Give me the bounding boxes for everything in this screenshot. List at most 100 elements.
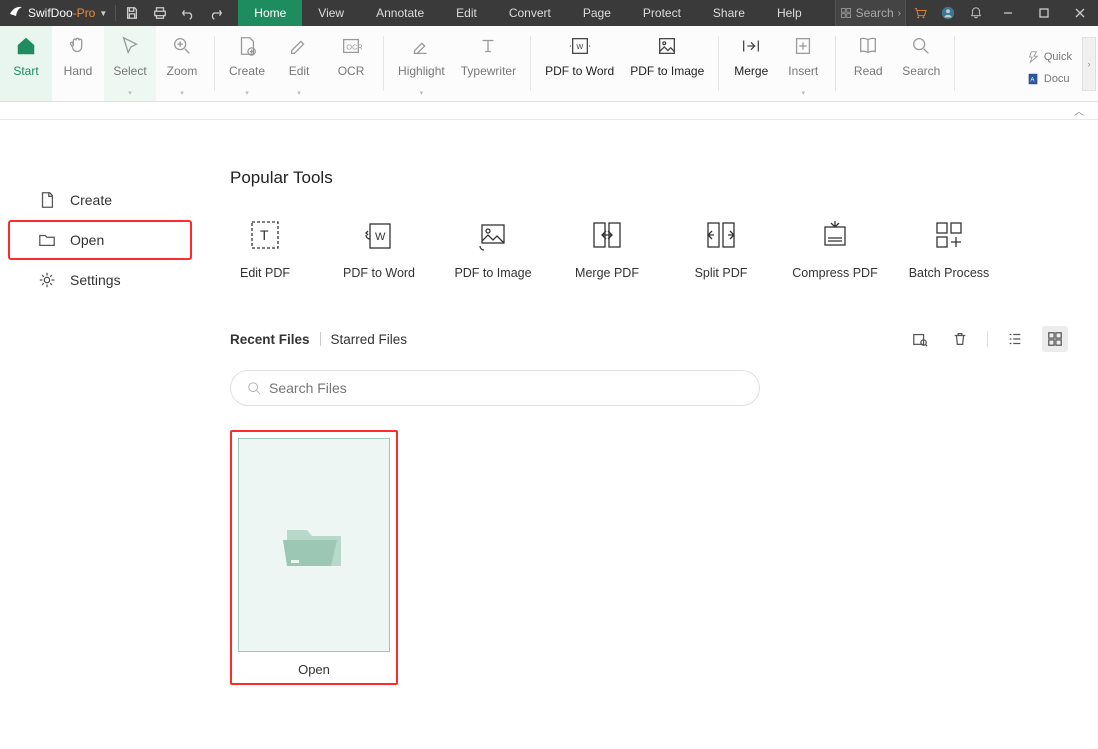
ocr-icon: OCR	[340, 32, 362, 60]
hand-icon	[67, 32, 89, 60]
menu-tab-convert[interactable]: Convert	[493, 0, 567, 26]
titlebar-search[interactable]: Search ›	[835, 0, 906, 26]
svg-text:OCR: OCR	[346, 43, 362, 52]
open-card-highlight: Open	[230, 430, 398, 685]
browse-icon[interactable]	[907, 326, 933, 352]
collapse-ribbon-icon[interactable]: ︿	[1074, 103, 1084, 118]
tool-edit-pdf[interactable]: T Edit PDF	[230, 218, 300, 280]
tool-pdf-to-image[interactable]: PDF to Image	[458, 218, 528, 280]
cursor-icon	[119, 32, 141, 60]
ribbon-quick[interactable]: Quick	[1026, 46, 1072, 68]
zoom-icon	[171, 32, 193, 60]
content-area: Popular Tools T Edit PDF W PDF to Word P…	[200, 120, 1098, 749]
ribbon-hand[interactable]: Hand	[52, 26, 104, 101]
search-files-box[interactable]	[230, 370, 760, 406]
menu-tab-edit[interactable]: Edit	[440, 0, 493, 26]
minimize-button[interactable]	[990, 8, 1026, 18]
menu-tab-view[interactable]: View	[302, 0, 360, 26]
app-logo-area[interactable]: SwifDoo-Pro ▼	[0, 0, 113, 26]
pdf-to-word-icon: W	[569, 32, 591, 60]
search-icon	[247, 381, 261, 395]
popular-tools-title: Popular Tools	[230, 168, 1068, 188]
sidebar-item-open[interactable]: Open	[8, 220, 192, 260]
create-file-icon	[38, 191, 56, 209]
list-view-icon[interactable]	[1002, 326, 1028, 352]
ribbon-highlight[interactable]: Highlight▾	[390, 26, 453, 101]
ribbon-docu[interactable]: ADocu	[1026, 68, 1072, 90]
menu-tabs: Home View Annotate Edit Convert Page Pro…	[238, 0, 817, 26]
trash-icon[interactable]	[947, 326, 973, 352]
menu-tab-page[interactable]: Page	[567, 0, 627, 26]
sidebar-item-settings[interactable]: Settings	[8, 260, 192, 300]
tool-batch-process[interactable]: Batch Process	[914, 218, 984, 280]
close-button[interactable]	[1062, 8, 1098, 18]
read-icon	[857, 32, 879, 60]
maximize-button[interactable]	[1026, 8, 1062, 18]
ribbon-ocr[interactable]: OCR OCR	[325, 26, 377, 101]
tool-merge-pdf[interactable]: Merge PDF	[572, 218, 642, 280]
tab-starred-files[interactable]: Starred Files	[331, 332, 408, 347]
ribbon-start[interactable]: Start	[0, 26, 52, 101]
app-name: SwifDoo-Pro	[28, 6, 95, 20]
menu-tab-protect[interactable]: Protect	[627, 0, 697, 26]
ribbon-overflow: Quick ADocu	[1018, 38, 1080, 90]
highlight-icon	[410, 32, 432, 60]
title-bar: SwifDoo-Pro ▼ Home View Annotate Edit Co…	[0, 0, 1098, 26]
save-icon[interactable]	[118, 6, 146, 20]
sidebar-item-create[interactable]: Create	[8, 180, 192, 220]
ribbon: Start Hand Select▾ Zoom▾ Create▾ Edit▾ O…	[0, 26, 1098, 102]
ribbon-edit[interactable]: Edit▾	[273, 26, 325, 101]
ribbon-more-icon[interactable]: ›	[1082, 37, 1096, 91]
menu-tab-home[interactable]: Home	[238, 0, 302, 26]
redo-icon[interactable]	[202, 6, 230, 20]
menu-tab-help[interactable]: Help	[761, 0, 818, 26]
ribbon-search[interactable]: Search	[894, 26, 948, 101]
cart-icon[interactable]	[906, 6, 934, 20]
sidebar: Create Open Settings	[0, 120, 200, 749]
ribbon-pdf-to-word[interactable]: W PDF to Word	[537, 26, 622, 101]
main-area: Create Open Settings Popular Tools T Edi…	[0, 120, 1098, 749]
ribbon-select[interactable]: Select▾	[104, 26, 156, 101]
popular-tools-grid: T Edit PDF W PDF to Word PDF to Image Me…	[230, 218, 1068, 280]
search-files-input[interactable]	[269, 380, 743, 396]
ribbon-read[interactable]: Read	[842, 26, 894, 101]
chevron-right-icon: ›	[898, 8, 901, 19]
ribbon-create[interactable]: Create▾	[221, 26, 273, 101]
ribbon-insert[interactable]: Insert▾	[777, 26, 829, 101]
bell-icon[interactable]	[962, 6, 990, 20]
app-dropdown-icon[interactable]: ▼	[99, 9, 107, 18]
folder-open-icon	[279, 516, 349, 574]
pdf-to-image-icon	[656, 32, 678, 60]
ribbon-pdf-to-image[interactable]: PDF to Image	[622, 26, 712, 101]
quick-access-toolbar	[118, 0, 230, 26]
user-icon[interactable]	[934, 6, 962, 20]
ribbon-typewriter[interactable]: Typewriter	[453, 26, 524, 101]
swifdoo-logo-icon	[8, 4, 24, 23]
open-card-label: Open	[238, 662, 390, 677]
print-icon[interactable]	[146, 6, 174, 20]
menu-tab-annotate[interactable]: Annotate	[360, 0, 440, 26]
merge-icon	[740, 32, 762, 60]
files-header: Recent Files Starred Files	[230, 326, 1068, 352]
svg-text:T: T	[260, 227, 269, 243]
edit-icon	[288, 32, 310, 60]
grid-view-icon[interactable]	[1042, 326, 1068, 352]
tool-pdf-to-word[interactable]: W PDF to Word	[344, 218, 414, 280]
svg-text:W: W	[375, 231, 386, 243]
menu-tab-share[interactable]: Share	[697, 0, 761, 26]
folder-icon	[38, 231, 56, 249]
undo-icon[interactable]	[174, 6, 202, 20]
svg-text:W: W	[576, 42, 583, 51]
create-icon	[236, 32, 258, 60]
tool-split-pdf[interactable]: Split PDF	[686, 218, 756, 280]
tab-recent-files[interactable]: Recent Files	[230, 332, 310, 347]
ribbon-collapse-bar: ︿	[0, 102, 1098, 120]
ribbon-merge[interactable]: Merge	[725, 26, 777, 101]
search-icon	[910, 32, 932, 60]
home-icon	[15, 32, 37, 60]
titlebar-right: Search ›	[835, 0, 1098, 26]
tool-compress-pdf[interactable]: Compress PDF	[800, 218, 870, 280]
typewriter-icon	[477, 32, 499, 60]
ribbon-zoom[interactable]: Zoom▾	[156, 26, 208, 101]
open-file-card[interactable]: Open	[238, 438, 390, 677]
